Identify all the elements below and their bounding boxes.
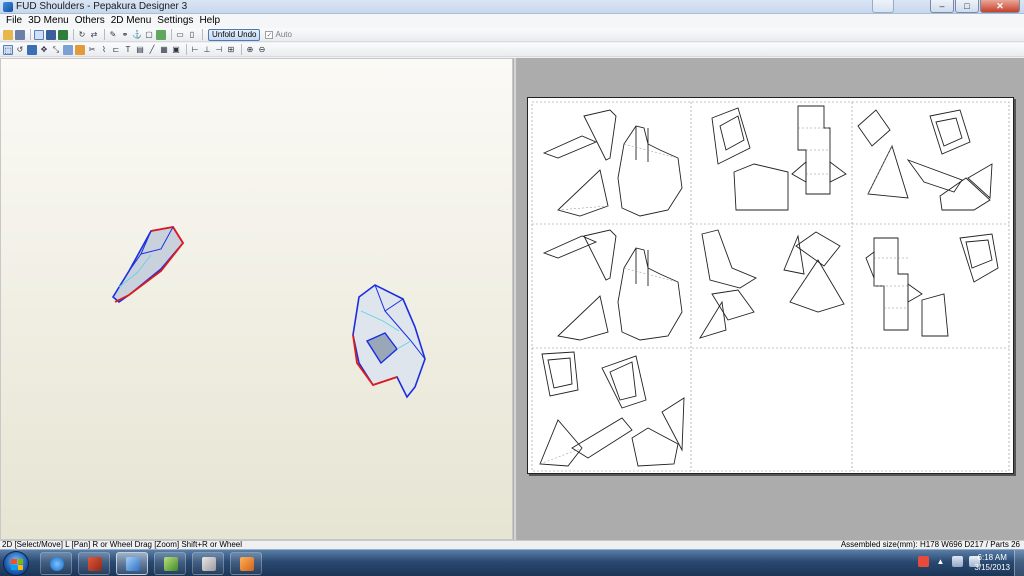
start-button[interactable] xyxy=(3,551,29,576)
2d-view[interactable] xyxy=(517,58,1024,540)
action-center-icon[interactable] xyxy=(918,556,929,567)
pepakura-viewer-icon xyxy=(88,557,102,571)
maximize-button[interactable]: □ xyxy=(955,0,979,13)
menu-help[interactable]: Help xyxy=(196,14,223,28)
status-hint: 2D [Select/Move] L [Pan] R or Wheel Drag… xyxy=(2,540,243,549)
taskbar-paint[interactable] xyxy=(230,552,262,575)
grid-icon[interactable]: ▦ xyxy=(159,45,169,55)
texture-icon[interactable] xyxy=(46,29,56,40)
3d-model-canvas[interactable] xyxy=(1,59,514,541)
taskbar-pepakura-designer[interactable] xyxy=(116,552,148,575)
taskbar-notepad[interactable] xyxy=(154,552,186,575)
main-toolbar: ↻ ⇄ ✎ ⚭ ⚓ ▢ ▭ ▯ Unfold Undo ✓ Auto xyxy=(0,28,1024,42)
taskbar-pepakura-viewer[interactable] xyxy=(78,552,110,575)
3d-part-right[interactable] xyxy=(352,284,426,399)
menu-file[interactable]: File xyxy=(3,14,25,28)
window-icon[interactable]: ▭ xyxy=(175,30,185,40)
status-assembled-size: Assembled size(mm): H178 W696 D217 / Par… xyxy=(840,540,1020,549)
move-part-icon[interactable]: ✥ xyxy=(39,45,49,55)
view-3d-icon[interactable] xyxy=(34,29,44,40)
menu-bar: File 3D Menu Others 2D Menu Settings Hel… xyxy=(0,14,1024,28)
text-icon[interactable]: T xyxy=(123,45,133,55)
taskbar-internet-explorer[interactable] xyxy=(40,552,72,575)
window-title: FUD Shoulders - Pepakura Designer 3 xyxy=(16,1,188,12)
paint-icon xyxy=(240,557,254,571)
taskbar-clock[interactable]: 6:18 AM 3/15/2013 xyxy=(974,553,1010,573)
image-icon[interactable]: ▤ xyxy=(135,45,145,55)
anchor-icon[interactable]: ⚓ xyxy=(132,30,142,40)
align-right-icon[interactable]: ⊣ xyxy=(214,45,224,55)
page-icon[interactable]: ▢ xyxy=(144,30,154,40)
window-extra-button xyxy=(872,0,894,13)
open-icon[interactable] xyxy=(3,29,13,40)
align-left-icon[interactable]: ⊢ xyxy=(190,45,200,55)
toolbar-separator xyxy=(104,29,105,40)
taskbar-media-player[interactable] xyxy=(192,552,224,575)
unfolded-parts-canvas[interactable] xyxy=(528,98,1015,475)
auto-checkbox-box[interactable]: ✓ xyxy=(265,30,274,39)
toolbar-separator xyxy=(186,44,187,55)
page-setup-icon[interactable]: ▣ xyxy=(171,45,181,55)
toolbar-separator xyxy=(73,29,74,40)
pepakura-app-icon xyxy=(3,2,13,12)
rotate-icon[interactable]: ↻ xyxy=(77,30,87,40)
status-bar: 2D [Select/Move] L [Pan] R or Wheel Drag… xyxy=(0,540,1024,549)
flap-icon[interactable]: ⊏ xyxy=(111,45,121,55)
edge-icon[interactable]: ⌇ xyxy=(99,45,109,55)
select-tool-icon[interactable]: ⬚ xyxy=(3,44,13,55)
menu-settings[interactable]: Settings xyxy=(154,14,196,28)
align-center-icon[interactable]: ⊥ xyxy=(202,45,212,55)
windows-logo-icon xyxy=(11,559,23,570)
network-icon[interactable] xyxy=(952,556,963,567)
show-hidden-icons-icon[interactable]: ▲ xyxy=(935,556,946,567)
check-icon[interactable] xyxy=(156,29,166,40)
edit-icon[interactable]: ✎ xyxy=(108,30,118,40)
toolbar-separator xyxy=(241,44,242,55)
layout-icon[interactable] xyxy=(63,44,73,55)
edit-toolbar: ⬚ ↺ ✥ ⤡ ✂ ⌇ ⊏ T ▤ ╱ ▦ ▣ ⊢ ⊥ ⊣ ⊞ ⊕ ⊖ xyxy=(0,43,1024,57)
menu-2d[interactable]: 2D Menu xyxy=(108,14,155,28)
3d-view[interactable] xyxy=(0,58,513,540)
model-icon[interactable] xyxy=(58,29,68,40)
zoom-in-icon[interactable]: ⊕ xyxy=(245,45,255,55)
distribute-icon[interactable]: ⊞ xyxy=(226,45,236,55)
auto-checkbox[interactable]: ✓ Auto xyxy=(265,30,292,39)
zoom-out-icon[interactable]: ⊖ xyxy=(257,45,267,55)
notepad-icon xyxy=(164,557,178,571)
unfold-undo-button[interactable]: Unfold Undo xyxy=(208,28,261,41)
pepakura-designer-icon xyxy=(126,557,140,571)
line-icon[interactable]: ╱ xyxy=(147,45,157,55)
rotate-part-icon[interactable]: ↺ xyxy=(15,45,25,55)
page-grid xyxy=(531,101,1010,472)
toolbar-separator xyxy=(202,29,203,40)
system-tray: ▲ xyxy=(918,556,980,567)
menu-3d[interactable]: 3D Menu xyxy=(25,14,72,28)
flip-icon[interactable]: ⇄ xyxy=(89,30,99,40)
join-icon[interactable]: ⚭ xyxy=(120,30,130,40)
3d-part-left[interactable] xyxy=(111,226,185,304)
auto-checkbox-label: Auto xyxy=(275,30,292,39)
fold-lines xyxy=(539,127,908,465)
window-split-icon[interactable]: ▯ xyxy=(187,30,197,40)
paper-sheet[interactable] xyxy=(527,97,1014,474)
menu-others[interactable]: Others xyxy=(72,14,108,28)
unfolded-parts[interactable] xyxy=(539,105,999,467)
toolbar-separator xyxy=(30,29,31,40)
show-desktop-button[interactable] xyxy=(1014,550,1024,576)
minimize-button[interactable]: – xyxy=(930,0,954,13)
media-player-icon xyxy=(202,557,216,571)
internet-explorer-icon xyxy=(50,557,64,571)
windows-taskbar: ▲ 6:18 AM 3/15/2013 xyxy=(0,549,1024,576)
unfold-icon[interactable] xyxy=(27,44,37,55)
save-icon[interactable] xyxy=(15,29,25,40)
color-icon[interactable] xyxy=(75,44,85,55)
title-bar: FUD Shoulders - Pepakura Designer 3 – □ … xyxy=(0,0,1024,14)
scale-icon[interactable]: ⤡ xyxy=(51,45,61,55)
window-controls: – □ ✕ xyxy=(930,0,1020,13)
cut-icon[interactable]: ✂ xyxy=(87,45,97,55)
clock-date: 3/15/2013 xyxy=(974,563,1010,572)
toolbar-separator xyxy=(171,29,172,40)
clock-time: 6:18 AM xyxy=(977,553,1007,562)
close-button[interactable]: ✕ xyxy=(980,0,1020,13)
